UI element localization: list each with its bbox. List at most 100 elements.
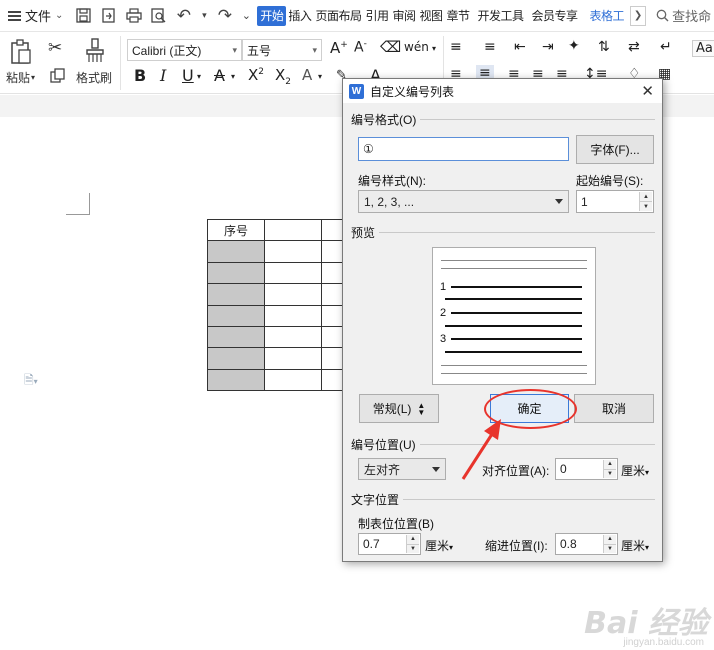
close-icon[interactable]: ✕ xyxy=(641,82,654,100)
show-marks-icon[interactable]: ↵ xyxy=(660,39,672,55)
number-style-select[interactable]: 1, 2, 3, ... xyxy=(358,190,569,213)
paste-icon[interactable] xyxy=(9,39,33,65)
underline-dropdown-icon[interactable]: ▾ xyxy=(197,72,201,81)
document-icon[interactable]: 🗎▾ xyxy=(24,371,38,392)
tab-chapter[interactable]: 章节 xyxy=(445,6,472,26)
print-preview-icon[interactable] xyxy=(150,7,167,24)
print-icon[interactable] xyxy=(125,7,142,24)
paste-button[interactable]: 粘贴 ▾ xyxy=(6,69,35,86)
decrease-font-icon[interactable]: A- xyxy=(354,39,367,56)
table-cell[interactable] xyxy=(207,347,265,370)
cancel-button[interactable]: 取消 xyxy=(574,394,654,423)
font-family-select[interactable]: Calibri (正文) ▾ xyxy=(127,39,242,61)
pinyin-dropdown-icon[interactable]: ▾ xyxy=(432,44,436,53)
tab-unit-select[interactable]: 厘米▾ xyxy=(425,537,453,554)
tab-references[interactable]: 引用 xyxy=(363,6,390,26)
tab-page-layout[interactable]: 页面布局 xyxy=(313,6,363,26)
spin-up-icon[interactable]: ▲ xyxy=(604,535,616,544)
chinese-layout-icon[interactable]: ✦ xyxy=(568,38,580,54)
table-cell[interactable] xyxy=(264,261,322,285)
undo-dropdown-icon[interactable]: ▾ xyxy=(200,7,208,24)
spinner-arrows[interactable]: ▲ ▼ xyxy=(406,535,419,553)
copy-icon[interactable] xyxy=(50,68,65,83)
bold-button[interactable]: B xyxy=(134,66,146,85)
table-header-cell[interactable]: 序号 xyxy=(207,218,265,242)
styles-gallery-icon[interactable]: Aa xyxy=(692,40,714,57)
sort-icon[interactable]: ⇅ xyxy=(598,39,610,55)
indent-unit-select[interactable]: 厘米▾ xyxy=(621,537,649,554)
font-button[interactable]: 字体(F)... xyxy=(576,135,654,164)
search-box[interactable]: 查找命 xyxy=(656,6,711,25)
indent-position-spinner[interactable]: 0.8 ▲ ▼ xyxy=(555,533,618,555)
strikethrough-dropdown-icon[interactable]: ▾ xyxy=(231,72,235,81)
tab-table-tools[interactable]: 表格工 xyxy=(588,6,627,26)
table-cell[interactable] xyxy=(264,325,322,349)
spin-up-icon[interactable]: ▲ xyxy=(604,460,616,469)
increase-indent-icon[interactable]: ⇥ xyxy=(542,39,554,55)
cut-icon[interactable]: ✂ xyxy=(48,38,62,58)
tabs-scroll-right-icon[interactable]: ❯ xyxy=(630,5,647,26)
normal-button-label: 常规(L) xyxy=(372,402,412,416)
font-size-select[interactable]: 五号 ▾ xyxy=(242,39,322,61)
quick-access-toolbar: ↶ ▾ ↷ ⌄ xyxy=(69,6,257,25)
spin-up-icon[interactable]: ▲ xyxy=(407,535,419,544)
numbered-list-icon[interactable]: ≡ xyxy=(484,39,496,55)
table-cell[interactable] xyxy=(264,283,322,306)
decrease-indent-icon[interactable]: ⇤ xyxy=(514,39,526,55)
tab-view[interactable]: 视图 xyxy=(417,6,444,26)
strikethrough-button[interactable]: A xyxy=(214,66,225,85)
spin-down-icon[interactable]: ▼ xyxy=(640,201,652,211)
superscript-button[interactable]: X2 xyxy=(248,66,264,84)
table-cell[interactable] xyxy=(264,347,322,370)
table-cell[interactable] xyxy=(207,368,265,392)
align-unit-select[interactable]: 厘米▾ xyxy=(621,462,649,479)
text-effect-button[interactable]: A xyxy=(302,66,312,84)
spin-down-icon[interactable]: ▼ xyxy=(604,543,616,553)
spinner-arrows[interactable]: ▲ ▼ xyxy=(603,535,616,553)
align-position-spinner[interactable]: 0 ▲ ▼ xyxy=(555,458,618,480)
increase-font-icon[interactable]: A+ xyxy=(330,39,348,57)
spin-up-icon[interactable]: ▲ xyxy=(640,192,652,201)
table-cell[interactable] xyxy=(207,240,265,263)
table-cell[interactable] xyxy=(207,325,265,349)
pinyin-guide-icon[interactable]: wén xyxy=(404,40,429,54)
underline-button[interactable]: U xyxy=(182,66,194,85)
tab-position-spinner[interactable]: 0.7 ▲ ▼ xyxy=(358,533,421,555)
tab-insert[interactable]: 插入 xyxy=(286,6,313,26)
redo-icon[interactable]: ↷ xyxy=(216,6,233,25)
undo-icon[interactable]: ↶ xyxy=(175,6,192,25)
tab-developer[interactable]: 开发工具 xyxy=(476,6,526,26)
alignment-select[interactable]: 左对齐 xyxy=(358,458,446,480)
start-number-spinner[interactable]: 1 ▲ ▼ xyxy=(576,190,654,213)
spinner-arrows[interactable]: ▲ ▼ xyxy=(603,460,616,478)
clear-format-icon[interactable]: ⌫ xyxy=(380,38,401,56)
table-cell[interactable] xyxy=(207,304,265,327)
tab-member[interactable]: 会员专享 xyxy=(530,6,580,26)
text-direction-icon[interactable]: ⇄ xyxy=(628,39,640,55)
export-icon[interactable] xyxy=(100,7,117,24)
spin-down-icon[interactable]: ▼ xyxy=(407,543,419,553)
italic-button[interactable]: I xyxy=(160,66,166,85)
tab-review[interactable]: 审阅 xyxy=(390,6,417,26)
normal-button[interactable]: 常规(L) ▲ ▼ xyxy=(359,394,439,423)
document-table[interactable]: 序号 xyxy=(207,218,346,392)
table-cell[interactable] xyxy=(264,304,322,327)
spinner-arrows[interactable]: ▲ ▼ xyxy=(639,192,652,211)
dialog-titlebar[interactable]: W 自定义编号列表 ✕ xyxy=(343,79,662,103)
table-cell[interactable] xyxy=(264,368,322,392)
table-cell[interactable] xyxy=(207,261,265,285)
table-cell[interactable] xyxy=(264,218,322,242)
text-effect-dropdown-icon[interactable]: ▾ xyxy=(318,72,322,81)
subscript-button[interactable]: X2 xyxy=(275,66,291,87)
format-painter-label[interactable]: 格式刷 xyxy=(76,69,112,86)
tab-home[interactable]: 开始 xyxy=(257,5,287,26)
spin-down-icon[interactable]: ▼ xyxy=(604,468,616,478)
bullet-list-icon[interactable]: ≡ xyxy=(450,39,462,55)
file-menu[interactable]: 文件 ⌄ xyxy=(0,0,69,32)
number-format-input[interactable]: ① xyxy=(358,137,569,161)
table-cell[interactable] xyxy=(264,240,322,263)
customize-icon[interactable]: ⌄ xyxy=(241,7,251,24)
table-cell[interactable] xyxy=(207,283,265,306)
save-icon[interactable] xyxy=(75,7,92,24)
format-painter-icon[interactable] xyxy=(83,38,107,64)
